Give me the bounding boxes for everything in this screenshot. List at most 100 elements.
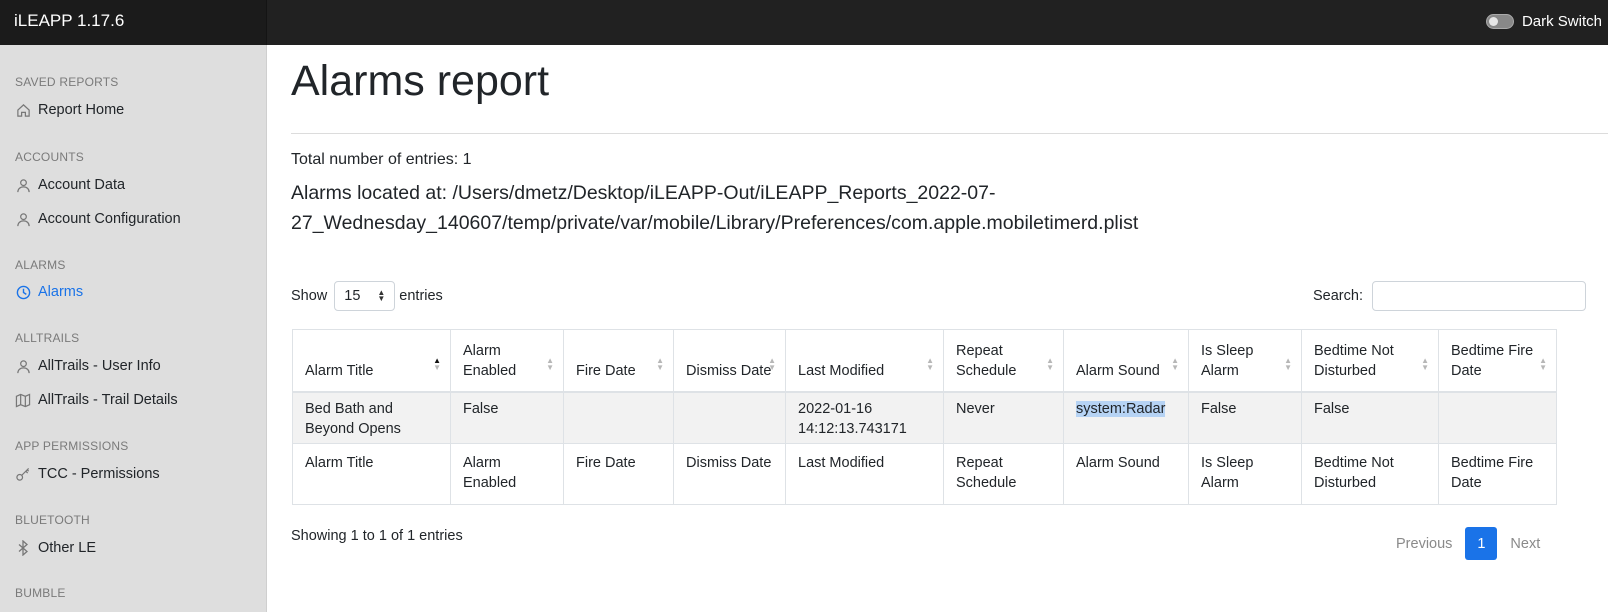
sort-icon: ▲ ▼	[433, 356, 441, 372]
footer-cell: Dismiss Date	[673, 443, 786, 505]
sidebar-item-report-home[interactable]: Report Home	[15, 99, 124, 121]
table-cell: Bed Bath and Beyond Opens	[292, 391, 451, 444]
map-icon	[15, 392, 31, 408]
entries-length-control: Show 15 ▲ ▼ entries	[291, 281, 443, 311]
page-title: Alarms report	[291, 57, 550, 105]
table-cell	[1438, 391, 1557, 444]
table-cell: False	[1188, 391, 1302, 444]
sidebar-item-label: Report Home	[38, 102, 125, 118]
sidebar-heading-accounts: ACCOUNTS	[15, 150, 84, 164]
sidebar-item-label: Account Data	[38, 177, 126, 193]
sidebar-heading-saved-reports: SAVED REPORTS	[15, 75, 119, 89]
footer-cell: Last Modified	[785, 443, 944, 505]
pagination: Previous 1 Next	[1387, 527, 1549, 560]
total-entries: Total number of entries: 1	[291, 151, 472, 168]
sort-icon: ▲ ▼	[768, 356, 776, 372]
table-footer-row: Alarm Title Alarm Enabled Fire Date Dism…	[292, 443, 1557, 505]
footer-cell: Is Sleep Alarm	[1188, 443, 1302, 505]
page-1-button[interactable]: 1	[1465, 527, 1498, 560]
toggle-switch[interactable]	[1485, 13, 1514, 29]
sort-icon: ▲ ▼	[546, 356, 554, 372]
clock-icon	[15, 284, 31, 300]
footer-cell: Alarm Enabled	[450, 443, 564, 505]
column-header-label: Dismiss Date	[686, 362, 772, 379]
sidebar-item-account-configuration[interactable]: Account Configuration	[15, 208, 181, 230]
sort-icon: ▲ ▼	[656, 356, 664, 372]
column-header-bedtime-not-disturbed[interactable]: Bedtime Not Disturbed ▲ ▼	[1301, 329, 1439, 392]
column-header-alarm-sound[interactable]: Alarm Sound ▲ ▼	[1063, 329, 1189, 392]
column-header-alarm-title[interactable]: Alarm Title ▲ ▼	[292, 329, 451, 392]
sort-icon: ▲ ▼	[1421, 356, 1429, 372]
entries-label: entries	[399, 288, 443, 304]
table-cell	[673, 391, 786, 444]
column-header-label: Is Sleep Alarm	[1201, 342, 1254, 379]
sidebar: SAVED REPORTS Report Home ACCOUNTS Accou…	[0, 45, 267, 612]
source-path: Alarms located at: /Users/dmetz/Desktop/…	[291, 182, 1139, 234]
column-header-fire-date[interactable]: Fire Date ▲ ▼	[563, 329, 674, 392]
top-navbar: iLEAPP 1.17.6 Dark Switch	[0, 0, 1608, 45]
alarms-table: Alarm Title ▲ ▼ Alarm Enabled ▲ ▼ Fire Date ▲…	[292, 329, 1557, 505]
sort-icon: ▲ ▼	[926, 356, 934, 372]
table-info: Showing 1 to 1 of 1 entries	[291, 528, 463, 544]
table-cell: system:Radar	[1063, 391, 1189, 444]
search-control: Search:	[1313, 281, 1586, 311]
column-header-dismiss-date[interactable]: Dismiss Date ▲ ▼	[673, 329, 786, 392]
dark-switch[interactable]: Dark Switch	[1485, 10, 1602, 32]
sidebar-item-alltrails-trail-details[interactable]: AllTrails - Trail Details	[15, 389, 178, 411]
sidebar-item-alarms[interactable]: Alarms	[15, 281, 83, 303]
table-row: Bed Bath and Beyond Opens False 2022-01-…	[292, 391, 1557, 444]
footer-cell: Alarm Sound	[1063, 443, 1189, 505]
sidebar-item-alltrails-user-info[interactable]: AllTrails - User Info	[15, 355, 161, 377]
column-header-alarm-enabled[interactable]: Alarm Enabled ▲ ▼	[450, 329, 564, 392]
user-icon	[15, 358, 31, 374]
key-icon	[15, 466, 31, 482]
column-header-is-sleep-alarm[interactable]: Is Sleep Alarm ▲ ▼	[1188, 329, 1302, 392]
column-header-bedtime-fire-date[interactable]: Bedtime Fire Date ▲ ▼	[1438, 329, 1557, 392]
column-header-repeat-schedule[interactable]: Repeat Schedule ▲ ▼	[943, 329, 1064, 392]
sort-icon: ▲ ▼	[1171, 356, 1179, 372]
footer-cell: Repeat Schedule	[943, 443, 1064, 505]
next-button[interactable]: Next	[1501, 530, 1549, 558]
sidebar-item-account-data[interactable]: Account Data	[15, 174, 125, 196]
sidebar-item-other-le[interactable]: Other LE	[15, 537, 96, 559]
search-input[interactable]	[1371, 281, 1586, 311]
show-label: Show	[291, 288, 328, 304]
sort-caret-icon: ▲ ▼	[377, 288, 386, 303]
footer-cell: Bedtime Not Disturbed	[1301, 443, 1439, 505]
footer-cell: Bedtime Fire Date	[1438, 443, 1557, 505]
sidebar-heading-bumble: BUMBLE	[15, 586, 66, 600]
entries-select[interactable]: 15 ▲ ▼	[334, 281, 396, 311]
table-cell	[563, 391, 674, 444]
sidebar-item-label: AllTrails - Trail Details	[38, 392, 178, 408]
table-cell: False	[1301, 391, 1439, 444]
user-icon	[15, 211, 31, 227]
sidebar-heading-alarms: ALARMS	[15, 258, 66, 272]
sidebar-heading-alltrails: ALLTRAILS	[15, 331, 80, 345]
column-header-label: Bedtime Fire Date	[1451, 342, 1534, 379]
app-title[interactable]: iLEAPP 1.17.6	[0, 0, 267, 45]
sort-icon: ▲ ▼	[1046, 356, 1054, 372]
sidebar-item-label: Account Configuration	[38, 211, 181, 227]
sidebar-item-label: Alarms	[38, 284, 84, 300]
selected-text: system:Radar	[1076, 400, 1166, 417]
table-cell: False	[450, 391, 564, 444]
main-content: Alarms report Total number of entries: 1…	[267, 45, 1608, 612]
table-cell: Never	[943, 391, 1064, 444]
table-header-row: Alarm Title ▲ ▼ Alarm Enabled ▲ ▼ Fire Date ▲…	[292, 329, 1557, 392]
home-icon	[15, 102, 31, 118]
sidebar-item-tcc-permissions[interactable]: TCC - Permissions	[15, 463, 160, 485]
column-header-label: Alarm Title	[305, 362, 374, 379]
table-cell: 2022-01-16 14:12:13.743171	[785, 391, 944, 444]
footer-cell: Fire Date	[563, 443, 674, 505]
sort-icon: ▲ ▼	[1284, 356, 1292, 372]
divider	[291, 133, 1608, 134]
previous-button[interactable]: Previous	[1387, 530, 1461, 558]
entries-select-value: 15	[344, 288, 361, 304]
footer-cell: Alarm Title	[292, 443, 451, 505]
column-header-label: Bedtime Not Disturbed	[1314, 342, 1394, 379]
column-header-label: Repeat Schedule	[956, 342, 1017, 379]
column-header-last-modified[interactable]: Last Modified ▲ ▼	[785, 329, 944, 392]
column-header-label: Alarm Sound	[1076, 362, 1160, 379]
user-icon	[15, 177, 31, 193]
sidebar-heading-bluetooth: BLUETOOTH	[15, 513, 90, 527]
